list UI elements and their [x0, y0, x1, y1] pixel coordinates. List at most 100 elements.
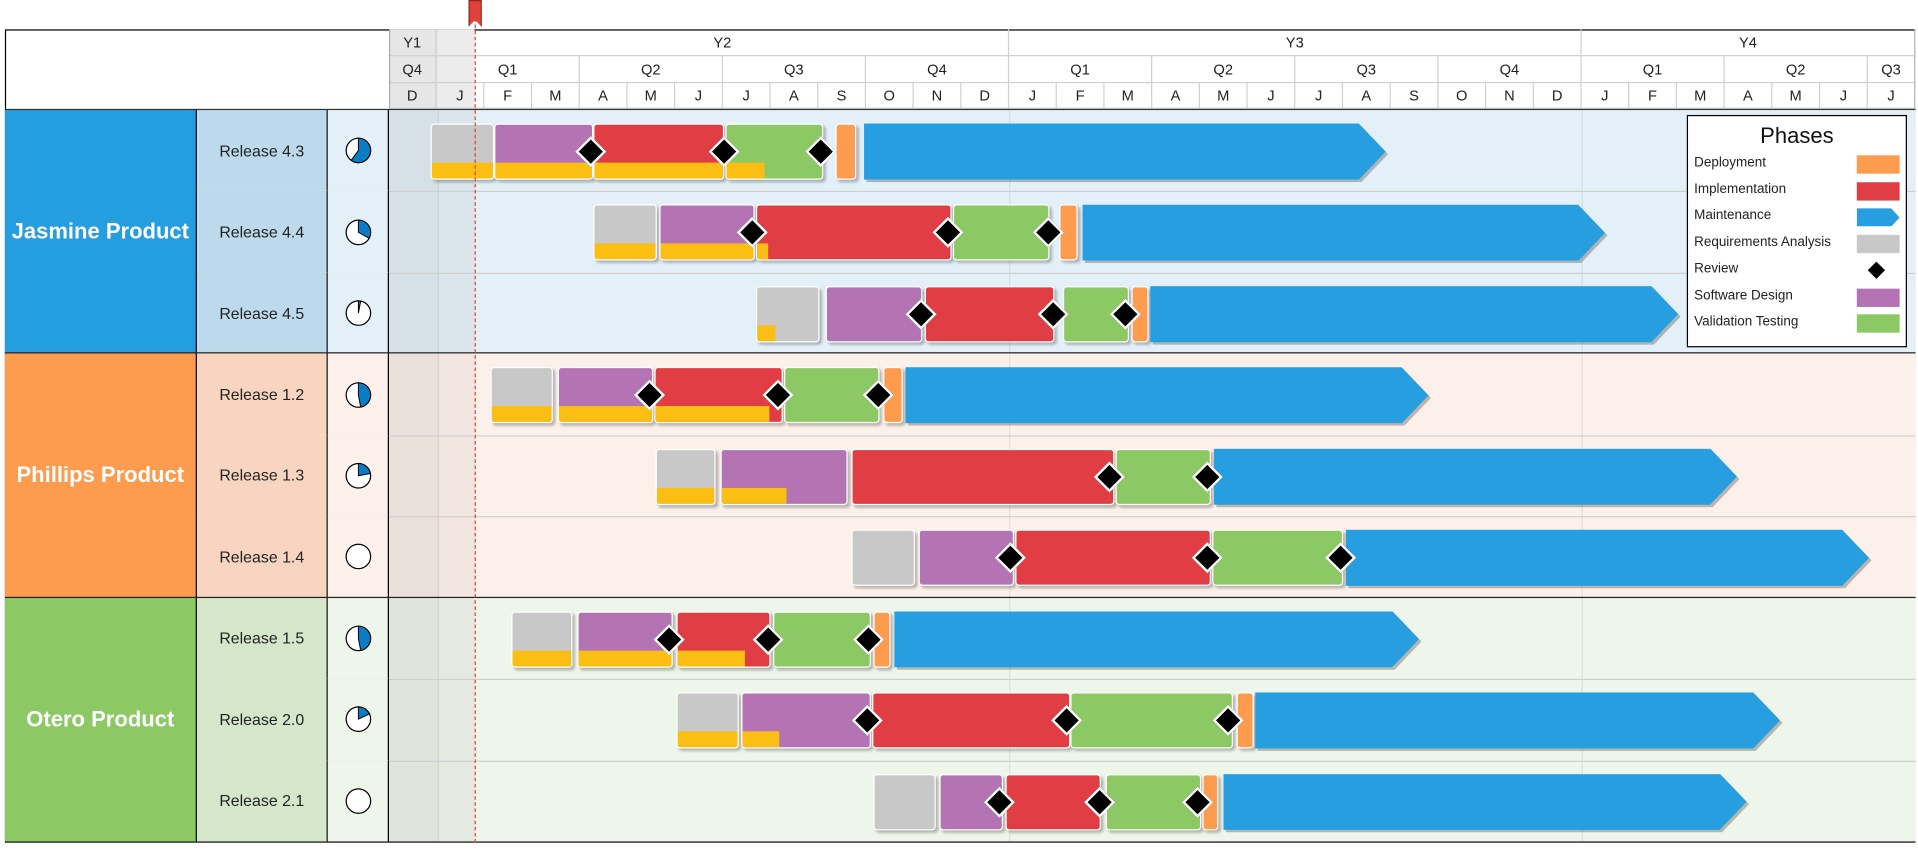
- legend-review-icon: [1867, 261, 1886, 279]
- year-gridline: [437, 597, 440, 842]
- maintenance-arrow[interactable]: [1345, 529, 1870, 587]
- deployment-bar[interactable]: [835, 123, 857, 180]
- quarter-label: Q4: [866, 56, 1010, 84]
- header-left-divider: [388, 29, 391, 109]
- progress-fill: [757, 243, 769, 260]
- year-label: Y2: [436, 29, 1010, 57]
- quarter-label: Q3: [722, 56, 867, 84]
- past-shade: [388, 597, 438, 842]
- legend-label: Validation Testing: [1694, 314, 1799, 330]
- phases-legend: Phases Deployment Implementation Maintenan…: [1686, 114, 1907, 348]
- row-divider: [196, 516, 1916, 518]
- quarter-label: Q2: [1724, 56, 1868, 84]
- progress-fill: [579, 650, 673, 667]
- implementation-bar[interactable]: [872, 692, 1071, 749]
- maintenance-arrow[interactable]: [1213, 448, 1738, 505]
- requirements-bar[interactable]: [429, 123, 494, 180]
- month-label: D: [1533, 83, 1582, 109]
- month-label: N: [1486, 83, 1534, 109]
- month-label: J: [1009, 83, 1057, 109]
- month-label: M: [1677, 83, 1725, 109]
- requirements-bar[interactable]: [676, 692, 739, 749]
- year-gridline: [437, 353, 440, 598]
- pie-slice: [357, 381, 371, 408]
- current-month-shade: [437, 353, 475, 598]
- row-divider: [196, 272, 1916, 274]
- month-label: M: [532, 83, 580, 109]
- progress-fill: [594, 162, 723, 179]
- completion-cell: [327, 516, 389, 598]
- release-label[interactable]: Release 4.3: [196, 110, 328, 192]
- month-label: J: [722, 83, 771, 109]
- maintenance-arrow[interactable]: [894, 611, 1420, 668]
- quarter-label: Q2: [579, 56, 723, 84]
- requirements-bar[interactable]: [873, 773, 936, 830]
- legend-label: Deployment: [1694, 155, 1766, 170]
- month-label: J: [1247, 83, 1296, 109]
- quarter-label: Q3: [1295, 56, 1439, 84]
- pie-slice: [357, 625, 371, 651]
- progress-fill: [594, 243, 657, 260]
- maintenance-arrow[interactable]: [1223, 773, 1747, 830]
- release-label[interactable]: Release 1.5: [196, 597, 328, 679]
- legend-swatch-implementation: [1856, 181, 1900, 201]
- legend-maintenance-icon: [1856, 208, 1900, 227]
- requirements-bar[interactable]: [593, 204, 658, 262]
- completion-cell: [327, 760, 389, 842]
- completion-cell: [327, 272, 389, 354]
- design-bar[interactable]: [720, 448, 849, 505]
- legend-label: Requirements Analysis: [1694, 234, 1831, 250]
- maintenance-arrow[interactable]: [1255, 692, 1780, 749]
- legend-swatch-testing: [1856, 314, 1900, 333]
- completion-pie-icon: [344, 219, 371, 245]
- quarter-label: Q2: [1152, 56, 1296, 84]
- month-label: J: [1581, 83, 1630, 109]
- requirements-bar[interactable]: [490, 367, 553, 424]
- product-jasmine-product[interactable]: Jasmine Product: [4, 110, 197, 354]
- product-phillips-product[interactable]: Phillips Product: [4, 353, 197, 598]
- quarter-label: Q1: [1009, 56, 1153, 84]
- quarter-label: Q1: [1581, 56, 1725, 84]
- release-label[interactable]: Release 2.1: [196, 760, 328, 842]
- testing-bar[interactable]: [1212, 529, 1343, 587]
- past-shade: [388, 353, 438, 598]
- release-label[interactable]: Release 1.2: [196, 353, 328, 436]
- month-label: A: [1152, 83, 1200, 109]
- requirements-bar[interactable]: [655, 448, 717, 505]
- month-label: O: [866, 83, 914, 109]
- release-label[interactable]: Release 1.4: [196, 516, 328, 598]
- implementation-bar[interactable]: [1015, 529, 1211, 587]
- implementation-bar[interactable]: [755, 204, 952, 262]
- row-divider: [196, 760, 1916, 762]
- testing-bar[interactable]: [1070, 692, 1233, 749]
- progress-fill: [677, 650, 745, 667]
- completion-pie-icon: [344, 462, 371, 489]
- row-divider: [196, 435, 1916, 437]
- implementation-bar[interactable]: [924, 286, 1055, 343]
- release-label[interactable]: Release 1.3: [196, 435, 328, 517]
- requirements-bar[interactable]: [511, 611, 574, 668]
- implementation-bar[interactable]: [851, 448, 1114, 505]
- quarter-label: Q4: [388, 56, 437, 84]
- release-label[interactable]: Release 4.5: [196, 272, 328, 354]
- requirements-bar[interactable]: [851, 529, 915, 587]
- maintenance-arrow[interactable]: [864, 123, 1386, 180]
- completion-pie-icon: [344, 706, 371, 733]
- requirements-bar[interactable]: [755, 286, 820, 343]
- progress-fill: [558, 406, 652, 423]
- today-line: [474, 0, 476, 843]
- maintenance-arrow[interactable]: [1081, 204, 1606, 262]
- legend-title: Phases: [1760, 123, 1834, 148]
- maintenance-arrow[interactable]: [905, 367, 1429, 424]
- product-otero-product[interactable]: Otero Product: [4, 597, 197, 842]
- implementation-bar[interactable]: [593, 123, 725, 180]
- pie-slice: [357, 462, 371, 477]
- legend-label: Software Design: [1694, 288, 1793, 303]
- release-label[interactable]: Release 2.0: [196, 678, 328, 761]
- month-label: M: [1199, 83, 1248, 109]
- maintenance-arrow[interactable]: [1150, 286, 1679, 343]
- release-label[interactable]: Release 4.4: [196, 191, 328, 273]
- month-label: F: [484, 83, 533, 109]
- quarter-label: Q1: [436, 56, 580, 84]
- completion-cell: [327, 678, 389, 761]
